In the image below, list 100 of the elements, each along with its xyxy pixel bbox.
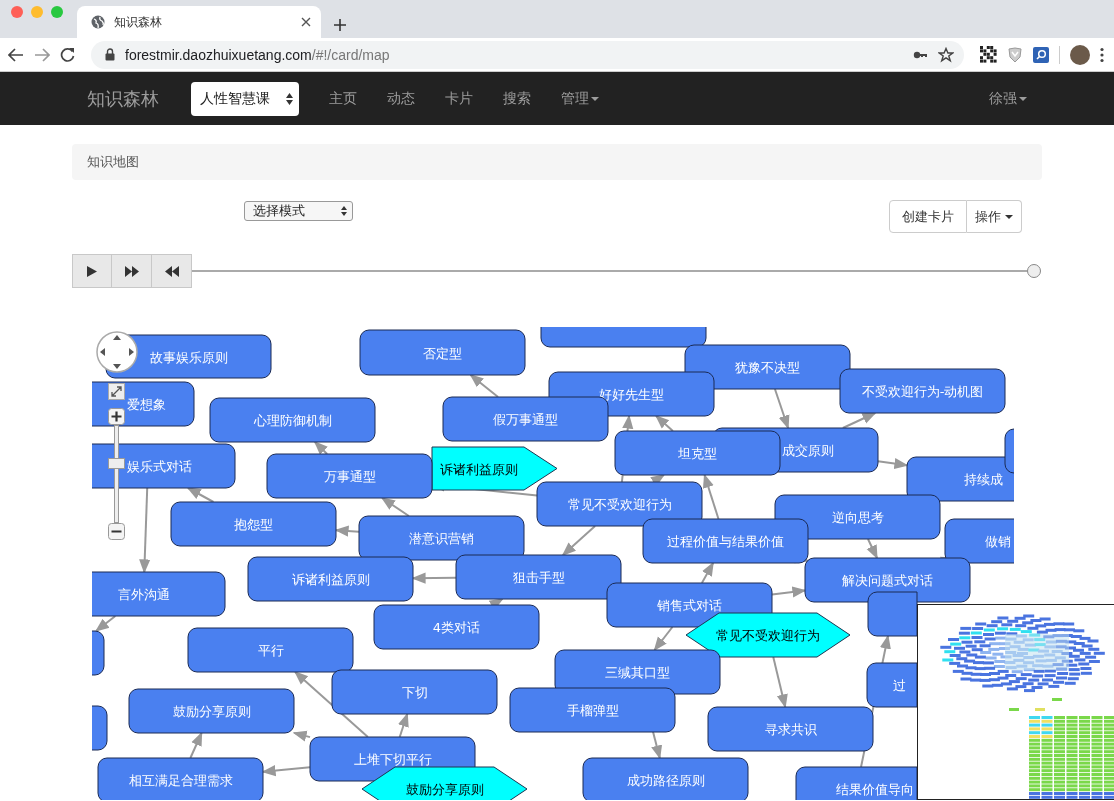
graph-node[interactable]	[92, 443, 236, 489]
search-icon[interactable]	[1033, 46, 1049, 63]
node-label: 故事娱乐原则	[149, 349, 228, 365]
updown-icon	[341, 206, 347, 216]
graph-node[interactable]	[92, 630, 105, 676]
pan-control-icon[interactable]	[96, 331, 138, 373]
browser-tab[interactable]: 知识森林	[77, 6, 321, 38]
nav-link[interactable]: 卡片	[430, 89, 488, 108]
graph-node[interactable]	[92, 705, 108, 751]
connector-line	[334, 525, 360, 537]
graph-node[interactable]	[867, 591, 918, 637]
avatar-icon[interactable]	[1070, 44, 1090, 65]
node-label: 做销	[985, 534, 1011, 549]
node-label: 狙击手型	[512, 570, 565, 585]
graph-node[interactable]	[614, 430, 781, 476]
zoom-out-icon[interactable]	[108, 523, 125, 540]
connector-line	[653, 626, 674, 652]
play-button[interactable]	[72, 254, 112, 288]
reload-icon[interactable]	[60, 47, 75, 62]
graph-node[interactable]	[509, 687, 676, 733]
brand-link[interactable]: 知识森林	[87, 86, 159, 111]
graph-node[interactable]	[795, 766, 918, 800]
nav-link[interactable]: 搜索	[488, 89, 546, 108]
graph-node[interactable]	[247, 556, 414, 602]
node-label: 相互满足合理需求	[128, 773, 233, 788]
graph-node[interactable]	[431, 446, 558, 491]
close-icon[interactable]	[301, 17, 311, 27]
graph-node[interactable]	[707, 706, 874, 752]
node-label: 成交原则	[782, 443, 834, 458]
graph-node[interactable]	[92, 571, 226, 617]
timeline-slider-thumb[interactable]	[1027, 264, 1041, 278]
node-label: 娱乐式对话	[127, 459, 192, 474]
graph-node[interactable]	[209, 397, 376, 443]
graph-node[interactable]	[358, 515, 525, 561]
graph-node[interactable]	[97, 757, 264, 800]
connector-line	[95, 615, 117, 632]
graph-node[interactable]	[944, 518, 1014, 564]
user-menu[interactable]: 徐强	[974, 89, 1042, 108]
nav-link[interactable]: 主页	[314, 89, 372, 108]
back-icon[interactable]	[8, 47, 24, 62]
address-bar[interactable]: forestmir.daozhuixuetang.com/#!/card/map	[91, 40, 964, 69]
graph-node[interactable]	[455, 554, 622, 600]
node-label: 假万事通型	[493, 412, 558, 427]
star-icon[interactable]	[938, 46, 954, 63]
graph-node[interactable]	[373, 604, 540, 650]
mode-select[interactable]: 选择模式	[244, 201, 353, 221]
menu-icon[interactable]	[1100, 46, 1104, 63]
node-label: 寻求共识	[764, 722, 817, 737]
rewind-button[interactable]	[152, 254, 192, 288]
graph-node[interactable]	[266, 453, 433, 499]
minimap-drawing[interactable]	[917, 604, 1114, 800]
updown-icon	[286, 92, 293, 105]
graph-node[interactable]	[361, 766, 528, 800]
new-tab-icon[interactable]	[333, 18, 347, 32]
graph-node[interactable]	[187, 627, 354, 673]
nav-link[interactable]: 动态	[372, 89, 430, 108]
graph-node[interactable]	[642, 518, 809, 564]
node-label: 三缄其口型	[605, 665, 670, 680]
zoom-in-icon[interactable]	[108, 408, 125, 425]
nav-link[interactable]: 管理	[546, 89, 614, 108]
graph-node[interactable]	[540, 327, 707, 348]
node-label: 上堆下切平行	[353, 752, 432, 767]
zoom-slider-thumb[interactable]	[108, 458, 125, 470]
graph-node[interactable]	[536, 481, 703, 527]
connector-line	[561, 525, 597, 556]
node-label: 平行	[257, 643, 284, 658]
graph-node[interactable]	[1004, 428, 1014, 474]
graph-node[interactable]	[331, 669, 498, 715]
globe-icon	[91, 15, 105, 29]
course-select[interactable]: 人性智慧课	[191, 81, 299, 116]
graph-node[interactable]	[866, 662, 918, 708]
node-label: 万事通型	[323, 469, 376, 484]
shield-icon[interactable]	[1007, 46, 1023, 63]
create-card-button[interactable]: 创建卡片	[889, 200, 967, 233]
node-label: 潜意识营销	[409, 531, 474, 546]
graph-node[interactable]	[906, 456, 1014, 502]
connector-line	[469, 374, 500, 398]
node-label: 诉诸利益原则	[439, 461, 518, 477]
connector-line	[772, 656, 788, 709]
connector-line	[261, 765, 311, 777]
node-label: 坦克型	[678, 446, 717, 461]
lock-icon	[105, 48, 115, 61]
fast-forward-button[interactable]	[112, 254, 152, 288]
forward-icon[interactable]	[34, 47, 50, 62]
dropdown-button[interactable]: 操作	[967, 200, 1022, 233]
node-label: 爱想象	[127, 397, 166, 412]
graph-node[interactable]	[839, 368, 1006, 414]
connector-line	[189, 731, 203, 759]
graph-node[interactable]	[170, 501, 337, 547]
connector-line	[866, 538, 878, 560]
key-icon[interactable]	[913, 49, 928, 60]
fast-forward-icon	[124, 265, 139, 277]
graph-node[interactable]	[359, 329, 526, 376]
qr-code-icon[interactable]	[980, 46, 997, 63]
fullscreen-icon[interactable]	[108, 383, 125, 400]
graph-node[interactable]	[685, 612, 851, 658]
connector-line	[773, 388, 790, 430]
graph-node[interactable]	[554, 649, 721, 695]
graph-node[interactable]	[128, 688, 295, 734]
graph-node[interactable]	[582, 757, 749, 800]
